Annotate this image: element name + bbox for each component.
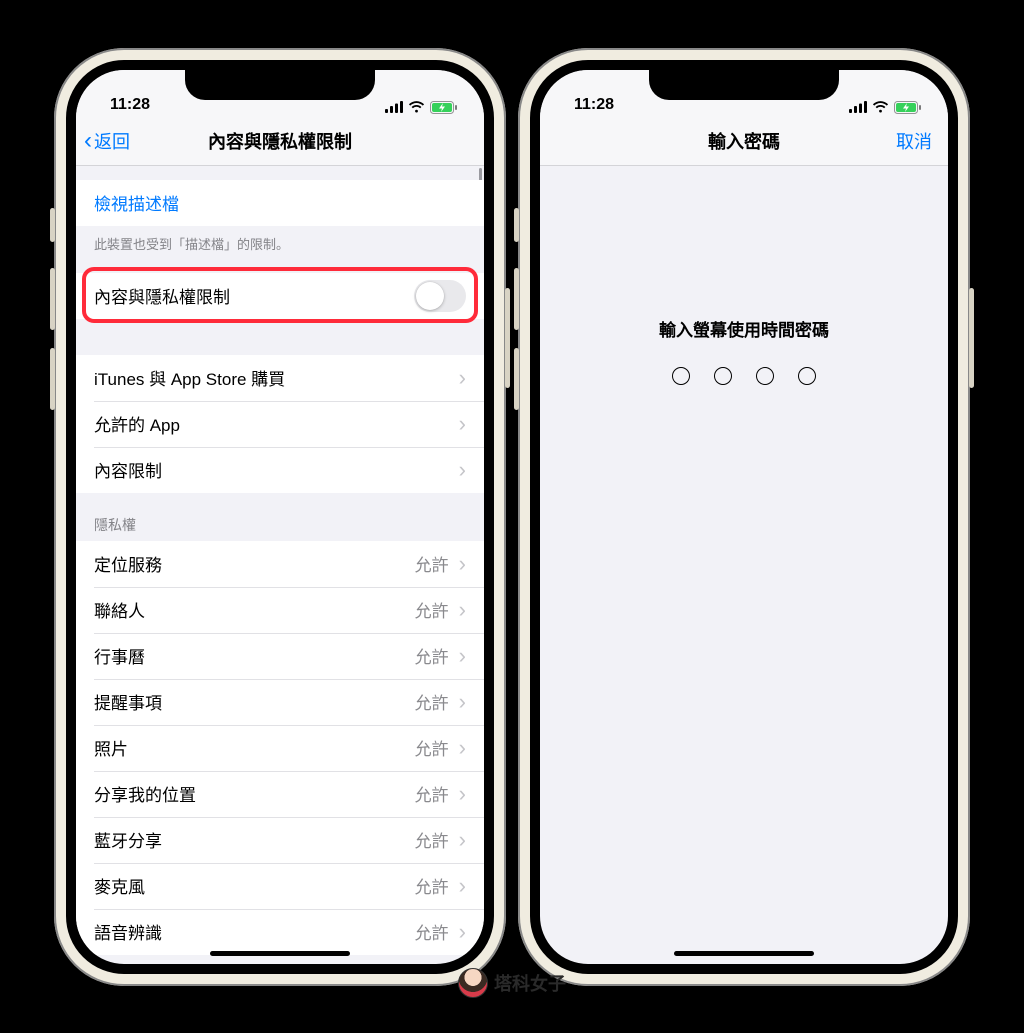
home-indicator[interactable] (674, 951, 814, 956)
chevron-right-icon: › (459, 737, 466, 759)
cancel-button[interactable]: 取消 (896, 118, 932, 165)
row-label: 允許的 App (94, 411, 180, 436)
row-label: 提醒事項 (94, 689, 162, 714)
home-indicator[interactable] (210, 951, 350, 956)
watermark-text: 塔科女子 (494, 970, 566, 996)
passcode-dot (672, 367, 690, 385)
profile-footer-text: 此裝置也受到「描述檔」的限制。 (76, 226, 484, 259)
speech-recognition-row[interactable]: 語音辨識 允許 › (76, 909, 484, 955)
wifi-icon (408, 101, 425, 113)
row-label: 行事曆 (94, 643, 145, 668)
row-value: 允許 (415, 827, 449, 852)
watermark-avatar-icon (458, 968, 488, 998)
cellular-signal-icon (849, 101, 867, 113)
allowed-apps-row[interactable]: 允許的 App › (76, 401, 484, 447)
nav-bar: 輸入密碼 取消 (540, 118, 948, 166)
location-services-row[interactable]: 定位服務 允許 › (76, 541, 484, 587)
chevron-right-icon: › (459, 645, 466, 667)
row-label: 內容限制 (94, 457, 162, 482)
iphone-frame-right: 11:28 輸入密碼 取消 (518, 48, 970, 986)
chevron-left-icon: ‹ (84, 129, 92, 153)
passcode-dot (798, 367, 816, 385)
chevron-right-icon: › (459, 459, 466, 481)
row-value: 允許 (415, 551, 449, 576)
notch (185, 68, 375, 100)
content-privacy-toggle-label: 內容與隱私權限制 (94, 283, 230, 308)
cellular-signal-icon (385, 101, 403, 113)
wifi-icon (872, 101, 889, 113)
passcode-content: 輸入螢幕使用時間密碼 (540, 166, 948, 964)
status-time: 11:28 (110, 96, 150, 114)
nav-title: 內容與隱私權限制 (208, 128, 352, 154)
view-profiles-row[interactable]: 檢視描述檔 (76, 180, 484, 226)
row-label: 藍牙分享 (94, 827, 162, 852)
back-label: 返回 (94, 128, 130, 154)
row-value: 允許 (415, 919, 449, 944)
itunes-appstore-row[interactable]: iTunes 與 App Store 購買 › (76, 355, 484, 401)
share-my-location-row[interactable]: 分享我的位置 允許 › (76, 771, 484, 817)
content-restrictions-row[interactable]: 內容限制 › (76, 447, 484, 493)
battery-charging-icon (894, 101, 922, 114)
content-privacy-toggle[interactable] (414, 280, 466, 312)
screen-left: 11:28 ‹ 返回 內容與隱私 (66, 60, 494, 974)
back-button[interactable]: ‹ 返回 (84, 118, 130, 165)
screen-right: 11:28 輸入密碼 取消 (530, 60, 958, 974)
nav-bar: ‹ 返回 內容與隱私權限制 (76, 118, 484, 166)
chevron-right-icon: › (459, 783, 466, 805)
cancel-label: 取消 (896, 128, 932, 154)
row-value: 允許 (415, 873, 449, 898)
iphone-frame-left: 11:28 ‹ 返回 內容與隱私 (54, 48, 506, 986)
contacts-row[interactable]: 聯絡人 允許 › (76, 587, 484, 633)
chevron-right-icon: › (459, 367, 466, 389)
row-value: 允許 (415, 781, 449, 806)
passcode-dot (714, 367, 732, 385)
content-privacy-toggle-row[interactable]: 內容與隱私權限制 (76, 273, 484, 319)
chevron-right-icon: › (459, 599, 466, 621)
row-label: 語音辨識 (94, 919, 162, 944)
row-label: 分享我的位置 (94, 781, 196, 806)
nav-title: 輸入密碼 (708, 128, 780, 154)
reminders-row[interactable]: 提醒事項 允許 › (76, 679, 484, 725)
status-time: 11:28 (574, 96, 614, 114)
row-label: iTunes 與 App Store 購買 (94, 365, 285, 390)
notch (649, 68, 839, 100)
bluetooth-sharing-row[interactable]: 藍牙分享 允許 › (76, 817, 484, 863)
microphone-row[interactable]: 麥克風 允許 › (76, 863, 484, 909)
row-label: 定位服務 (94, 551, 162, 576)
row-label: 照片 (94, 735, 128, 760)
chevron-right-icon: › (459, 875, 466, 897)
battery-charging-icon (430, 101, 458, 114)
passcode-prompt: 輸入螢幕使用時間密碼 (540, 316, 948, 341)
passcode-dot (756, 367, 774, 385)
passcode-dots (540, 367, 948, 385)
calendars-row[interactable]: 行事曆 允許 › (76, 633, 484, 679)
chevron-right-icon: › (459, 921, 466, 943)
row-label: 麥克風 (94, 873, 145, 898)
chevron-right-icon: › (459, 829, 466, 851)
row-value: 允許 (415, 735, 449, 760)
chevron-right-icon: › (459, 413, 466, 435)
row-value: 允許 (415, 597, 449, 622)
settings-content[interactable]: 檢視描述檔 此裝置也受到「描述檔」的限制。 內容與隱私權限制 iTunes 與 … (76, 166, 484, 964)
chevron-right-icon: › (459, 691, 466, 713)
photos-row[interactable]: 照片 允許 › (76, 725, 484, 771)
row-label: 聯絡人 (94, 597, 145, 622)
privacy-section-header: 隱私權 (76, 507, 484, 541)
watermark: 塔科女子 (458, 968, 566, 998)
view-profiles-label: 檢視描述檔 (94, 190, 179, 215)
row-value: 允許 (415, 643, 449, 668)
chevron-right-icon: › (459, 553, 466, 575)
row-value: 允許 (415, 689, 449, 714)
